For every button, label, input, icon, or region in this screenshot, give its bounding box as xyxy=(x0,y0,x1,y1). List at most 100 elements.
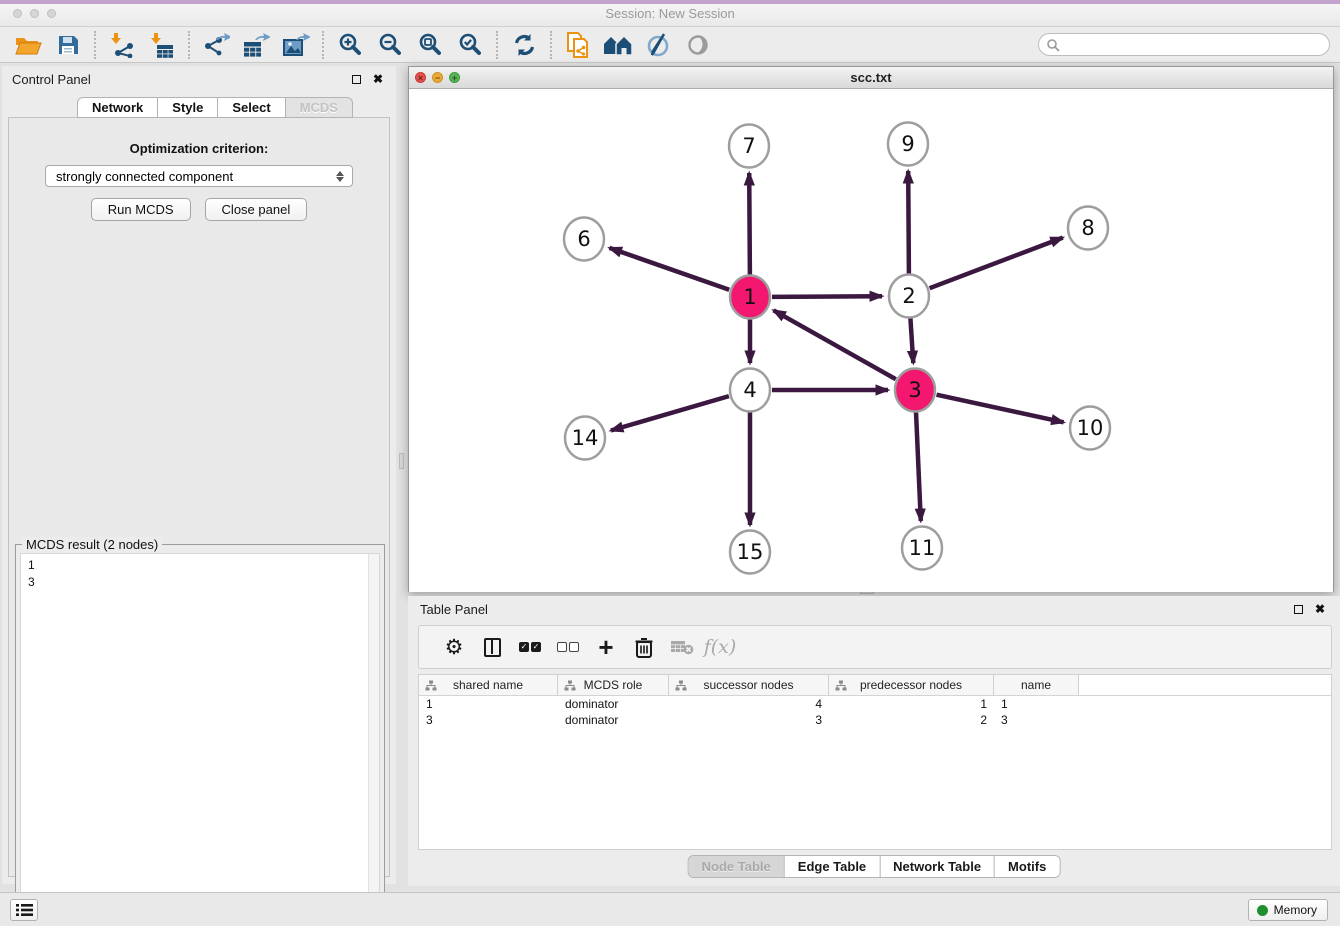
optimization-criterion-label: Optimization criterion: xyxy=(9,141,389,156)
deselect-all-columns-button[interactable] xyxy=(549,629,587,665)
toolbar-separator xyxy=(94,31,96,59)
search-input[interactable] xyxy=(1060,36,1329,54)
edge-1-7[interactable] xyxy=(749,173,750,275)
table-cell[interactable]: 3 xyxy=(994,712,1079,728)
svg-text:15: 15 xyxy=(737,540,764,564)
close-panel-button[interactable]: ✖ xyxy=(370,71,386,87)
table-cell[interactable]: 2 xyxy=(829,712,994,728)
graph-node-6[interactable]: 6 xyxy=(564,218,604,261)
style-brush-button[interactable] xyxy=(638,29,678,61)
memory-label: Memory xyxy=(1274,903,1317,917)
open-session-button[interactable] xyxy=(8,29,48,61)
edge-1-6[interactable] xyxy=(610,248,730,290)
network-canvas[interactable]: 7 9 6 8 1 2 4 3 14 10 15 11 xyxy=(409,89,1333,592)
graph-node-8[interactable]: 8 xyxy=(1068,207,1108,250)
add-column-button[interactable]: + xyxy=(587,629,625,665)
edge-3-10[interactable] xyxy=(937,395,1064,423)
network-graph[interactable]: 7 9 6 8 1 2 4 3 14 10 15 11 xyxy=(409,89,1333,592)
export-network-button[interactable] xyxy=(196,29,236,61)
import-table-button[interactable] xyxy=(142,29,182,61)
clone-network-button[interactable] xyxy=(558,29,598,61)
tab-node-table[interactable]: Node Table xyxy=(689,856,784,877)
column-header-predecessor-nodes[interactable]: predecessor nodes xyxy=(829,675,994,695)
search-field[interactable] xyxy=(1038,33,1330,56)
graph-node-15[interactable]: 15 xyxy=(730,531,770,574)
task-history-button[interactable] xyxy=(10,899,38,921)
import-network-button[interactable] xyxy=(102,29,142,61)
graph-node-4[interactable]: 4 xyxy=(730,369,770,412)
tab-mcds[interactable]: MCDS xyxy=(286,97,353,118)
close-table-panel-button[interactable]: ✖ xyxy=(1312,601,1328,617)
float-panel-button[interactable] xyxy=(348,71,364,87)
zoom-fit-button[interactable] xyxy=(410,29,450,61)
edge-4-14[interactable] xyxy=(611,396,729,430)
table-settings-button[interactable]: ⚙ xyxy=(435,629,473,665)
export-table-button[interactable] xyxy=(236,29,276,61)
table-cell[interactable]: 4 xyxy=(669,696,829,712)
zoom-in-button[interactable] xyxy=(330,29,370,61)
float-table-panel-button[interactable] xyxy=(1290,601,1306,617)
edge-2-3[interactable] xyxy=(910,318,913,363)
tab-select[interactable]: Select xyxy=(218,97,285,118)
mcds-result-group: MCDS result (2 nodes) 1 3 xyxy=(15,544,385,922)
export-image-button[interactable] xyxy=(276,29,316,61)
table-panel-header: Table Panel ✖ xyxy=(408,596,1340,622)
table-cell[interactable]: 1 xyxy=(829,696,994,712)
function-builder-button-disabled: f(x) xyxy=(701,629,739,665)
graph-node-9[interactable]: 9 xyxy=(888,123,928,166)
graphics-details-button[interactable] xyxy=(678,29,718,61)
window-minimize-icon[interactable]: − xyxy=(432,72,443,83)
table-cell[interactable]: 1 xyxy=(994,696,1079,712)
tab-motifs[interactable]: Motifs xyxy=(994,856,1059,877)
table-cell[interactable]: dominator xyxy=(558,696,669,712)
control-panel-header: Control Panel ✖ xyxy=(2,66,396,92)
show-columns-button[interactable] xyxy=(473,629,511,665)
zoom-selected-button[interactable] xyxy=(450,29,490,61)
table-row[interactable]: 1dominator411 xyxy=(419,696,1331,712)
tab-network-table[interactable]: Network Table xyxy=(879,856,994,877)
table-cell[interactable]: 1 xyxy=(419,696,558,712)
table-cell[interactable]: 3 xyxy=(669,712,829,728)
edge-3-1[interactable] xyxy=(774,310,896,379)
graph-node-7[interactable]: 7 xyxy=(729,125,769,168)
graph-node-10[interactable]: 10 xyxy=(1070,407,1110,450)
tab-style[interactable]: Style xyxy=(158,97,218,118)
zoom-out-button[interactable] xyxy=(370,29,410,61)
edge-1-2[interactable] xyxy=(772,296,882,297)
edge-2-9[interactable] xyxy=(908,171,909,274)
column-header-successor-nodes[interactable]: successor nodes xyxy=(669,675,829,695)
save-session-button[interactable] xyxy=(48,29,88,61)
column-header-shared-name[interactable]: shared name xyxy=(419,675,558,695)
graph-node-14[interactable]: 14 xyxy=(565,417,605,460)
select-all-columns-button[interactable]: ✓✓ xyxy=(511,629,549,665)
table-cell[interactable]: 3 xyxy=(419,712,558,728)
close-panel-action-button[interactable]: Close panel xyxy=(205,198,308,221)
run-mcds-button[interactable]: Run MCDS xyxy=(91,198,191,221)
delete-column-button[interactable] xyxy=(625,629,663,665)
memory-button[interactable]: Memory xyxy=(1248,899,1328,921)
criterion-select[interactable]: strongly connected component xyxy=(45,165,353,187)
svg-text:11: 11 xyxy=(909,536,936,560)
column-header-MCDS-role[interactable]: MCDS role xyxy=(558,675,669,695)
window-maximize-icon[interactable]: + xyxy=(449,72,460,83)
window-close-icon[interactable]: × xyxy=(415,72,426,83)
svg-text:1: 1 xyxy=(743,285,756,309)
edge-2-8[interactable] xyxy=(930,238,1063,289)
result-scrollbar[interactable] xyxy=(368,554,379,916)
tab-edge-table[interactable]: Edge Table xyxy=(784,856,879,877)
vertical-splitter-handle[interactable] xyxy=(399,453,404,469)
mcds-result-area[interactable]: 1 3 xyxy=(20,553,380,917)
table-row[interactable]: 3dominator323 xyxy=(419,712,1331,728)
column-header-name[interactable]: name xyxy=(994,675,1079,695)
tab-network[interactable]: Network xyxy=(77,97,158,118)
refresh-button[interactable] xyxy=(504,29,544,61)
edge-3-11[interactable] xyxy=(916,412,921,521)
graph-node-2[interactable]: 2 xyxy=(889,275,929,318)
graph-node-3[interactable]: 3 xyxy=(895,369,935,412)
node-table[interactable]: shared nameMCDS rolesuccessor nodesprede… xyxy=(418,674,1332,850)
network-window-titlebar[interactable]: × − + scc.txt xyxy=(409,67,1333,89)
graph-node-1[interactable]: 1 xyxy=(730,276,770,319)
table-cell[interactable]: dominator xyxy=(558,712,669,728)
graph-node-11[interactable]: 11 xyxy=(902,527,942,570)
network-home-button[interactable] xyxy=(598,29,638,61)
